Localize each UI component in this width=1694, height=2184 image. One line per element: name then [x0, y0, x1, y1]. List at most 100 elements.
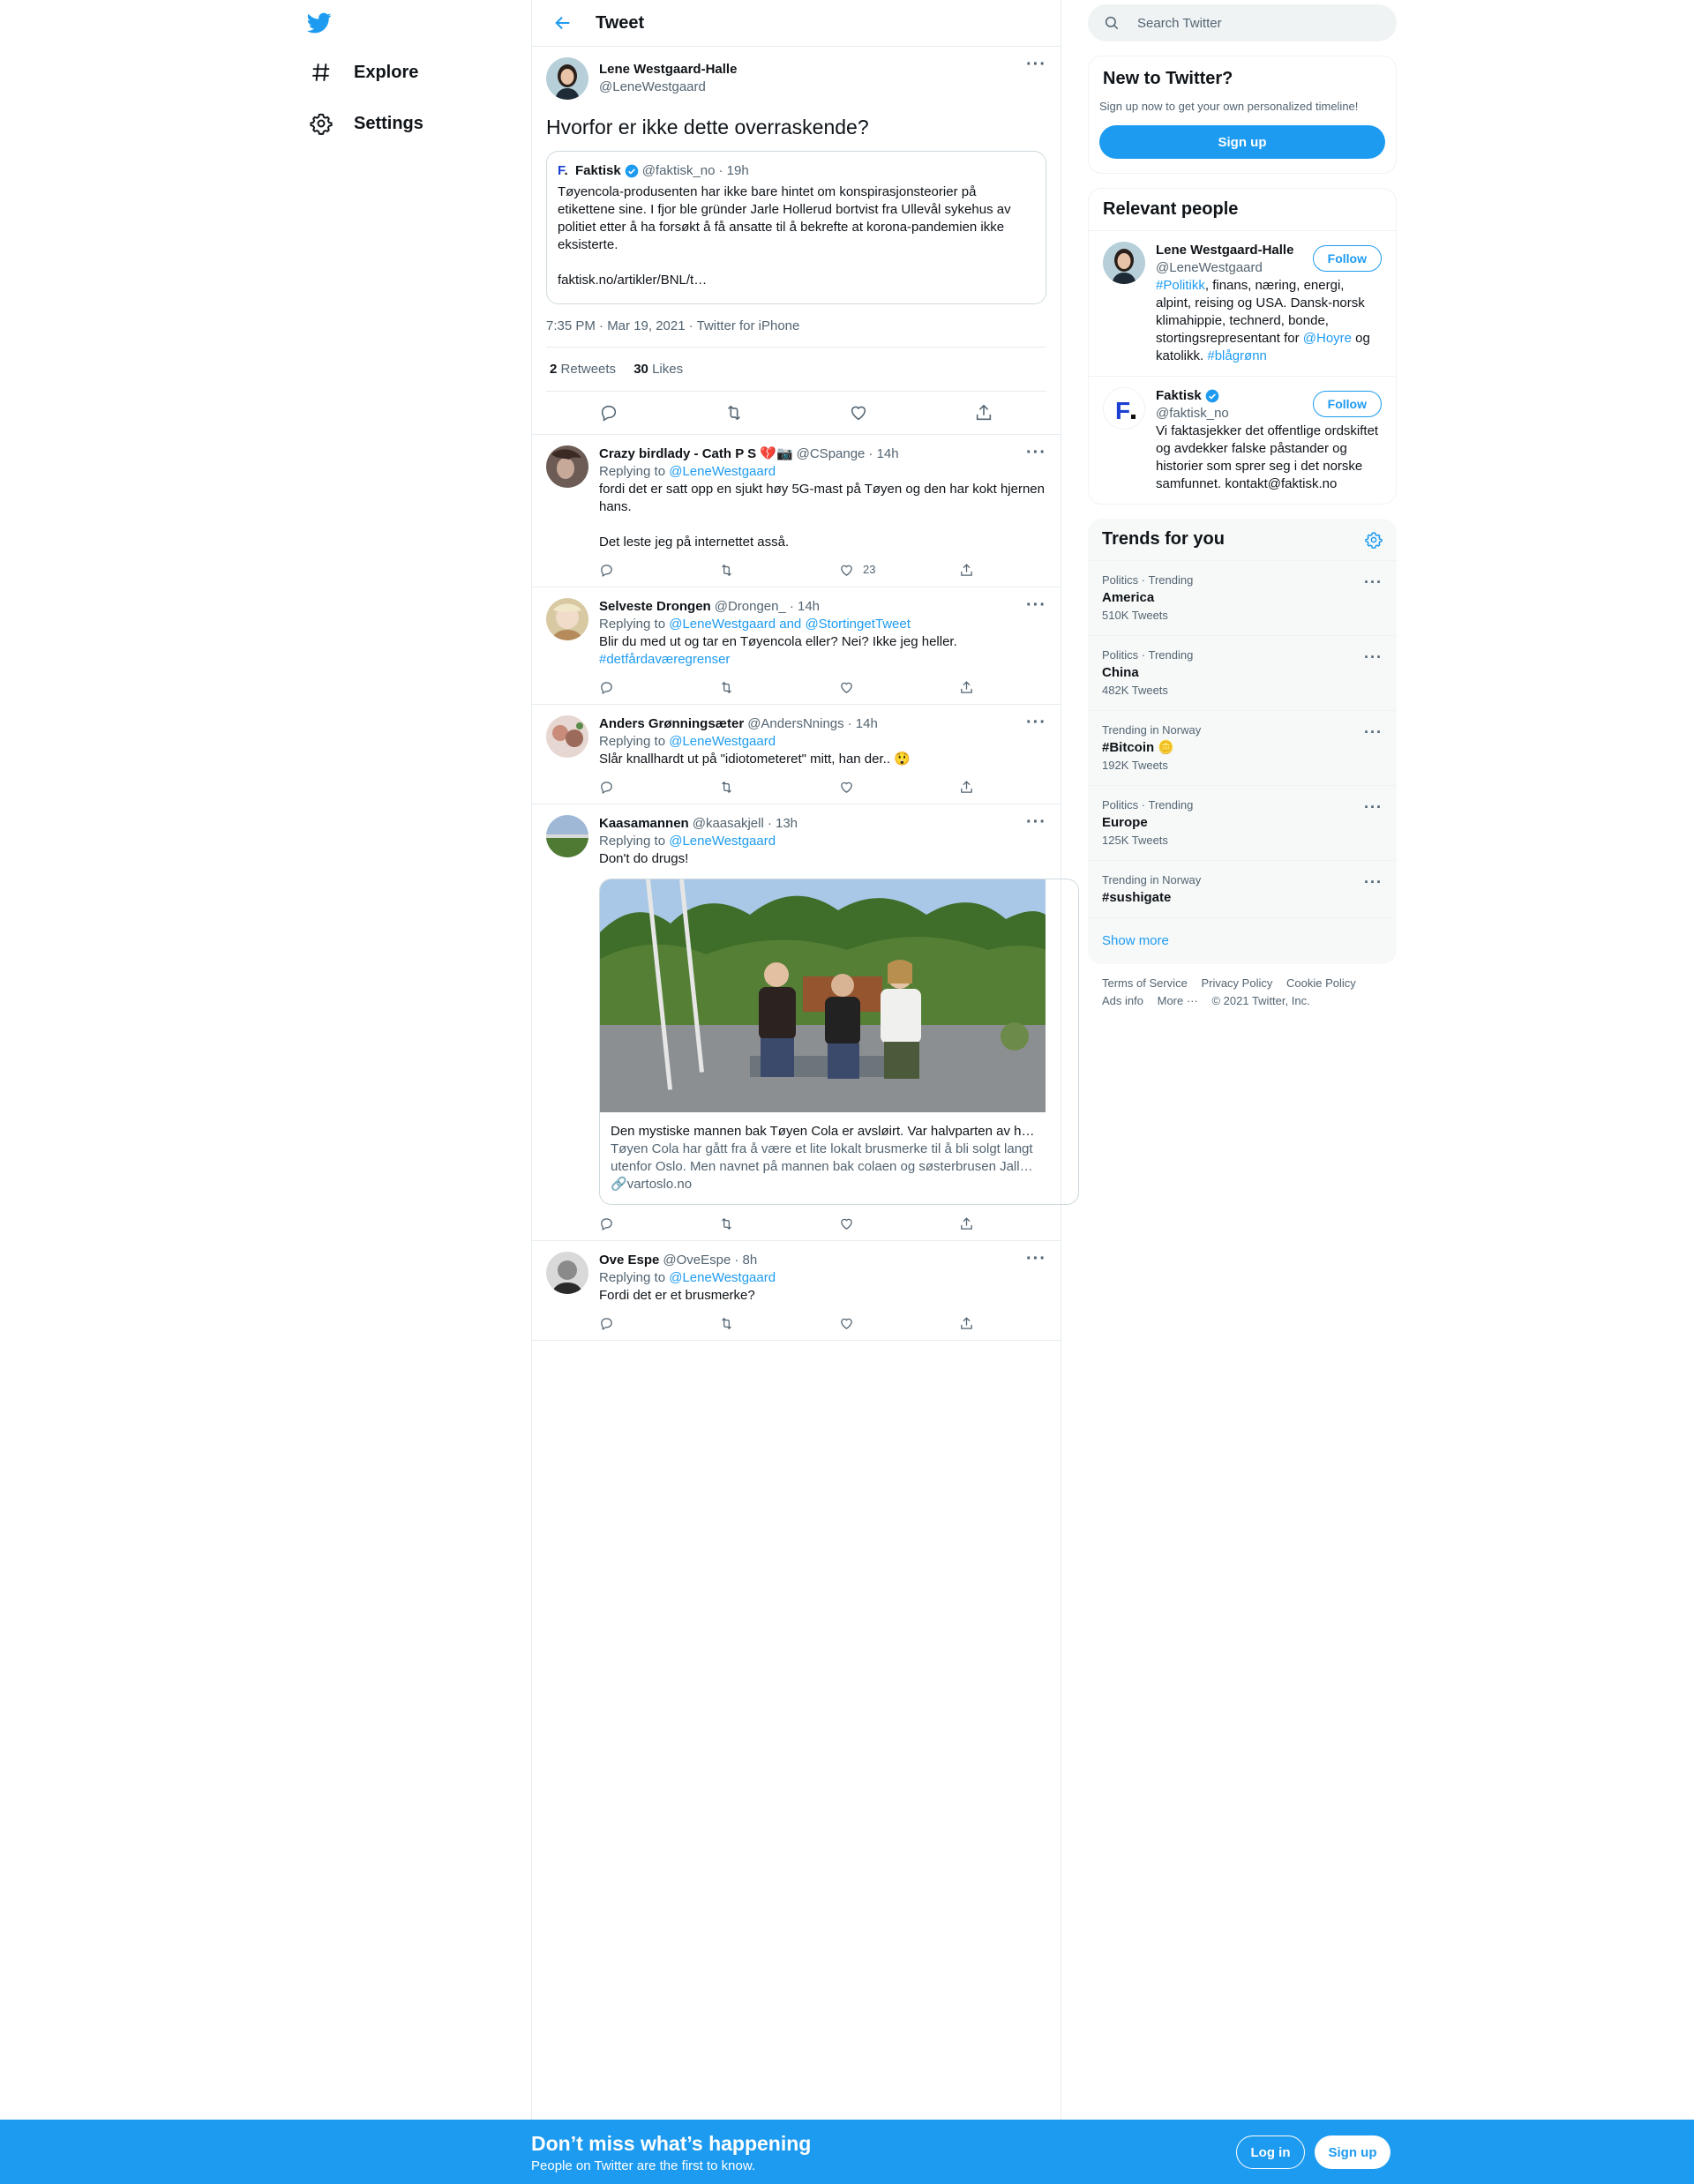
avatar[interactable] — [546, 815, 588, 857]
retweet-button[interactable] — [719, 780, 839, 795]
share-button[interactable] — [959, 780, 1079, 795]
reply-time[interactable]: · 13h — [768, 815, 798, 833]
reply-button[interactable] — [599, 1216, 719, 1231]
reply-author-handle[interactable]: @AndersNnings — [747, 715, 843, 733]
reply-time[interactable]: · 8h — [734, 1252, 757, 1269]
reply-tweet[interactable]: Kaasamannen @kaasakjell · 13h ··· Replyi… — [532, 804, 1079, 1241]
person-card[interactable]: F Faktisk @faktisk_no Vi faktasjekker de… — [1089, 376, 1396, 504]
replying-to-link[interactable]: @LeneWestgaard — [669, 1270, 776, 1285]
like-button[interactable] — [839, 780, 959, 795]
more-icon[interactable]: ··· — [1364, 723, 1383, 741]
avatar[interactable] — [1103, 242, 1145, 284]
tweet-timestamp[interactable]: 7:35 PM · Mar 19, 2021 · Twitter for iPh… — [546, 318, 1046, 348]
share-button[interactable] — [959, 1316, 1079, 1331]
reply-tweet[interactable]: Selveste Drongen @Drongen_ · 14h ··· Rep… — [532, 587, 1061, 705]
reply-button[interactable] — [599, 563, 719, 578]
more-icon[interactable]: ··· — [1026, 444, 1046, 461]
retweet-button[interactable] — [719, 1216, 839, 1231]
settings-gear-icon[interactable] — [1365, 531, 1383, 549]
avatar[interactable] — [546, 445, 588, 488]
replying-to-link[interactable]: @LeneWestgaard — [669, 834, 776, 849]
reply-author-handle[interactable]: @CSpange — [797, 445, 866, 463]
reply-button[interactable] — [599, 1316, 719, 1331]
avatar[interactable] — [546, 598, 588, 640]
share-button[interactable] — [959, 680, 1079, 695]
more-icon[interactable]: ··· — [1364, 648, 1383, 666]
hashtag-link[interactable]: #detfårdaværegrenser — [599, 651, 1079, 669]
reply-author-handle[interactable]: @kaasakjell — [693, 815, 764, 833]
follow-button[interactable]: Follow — [1312, 245, 1382, 272]
likes-count[interactable]: 30 Likes — [633, 362, 683, 377]
reply-tweet[interactable]: Anders Grønningsæter @AndersNnings · 14h… — [532, 705, 1061, 804]
trend-item[interactable]: Trending in Norway #Bitcoin 🪙 192K Tweet… — [1088, 710, 1397, 785]
link-card[interactable]: Den mystiske mannen bak Tøyen Cola er av… — [599, 879, 1079, 1205]
reply-author-name[interactable]: Ove Espe — [599, 1252, 659, 1269]
like-button[interactable] — [839, 1216, 959, 1231]
reply-tweet[interactable]: Crazy birdlady - Cath P S 💔📷 @CSpange · … — [532, 435, 1061, 587]
reply-author-name[interactable]: Selveste Drongen — [599, 598, 711, 616]
retweet-button[interactable] — [719, 563, 839, 578]
reply-author-handle[interactable]: @OveEspe — [663, 1252, 731, 1269]
cookie-link[interactable]: Cookie Policy — [1286, 976, 1356, 990]
back-button[interactable] — [548, 8, 578, 38]
more-icon[interactable]: ··· — [1026, 596, 1046, 614]
replying-to-link[interactable]: @LeneWestgaard — [669, 734, 776, 749]
retweets-count[interactable]: 2 Retweets — [550, 362, 616, 377]
reply-button[interactable] — [599, 680, 719, 695]
show-more-link[interactable]: Show more — [1088, 917, 1397, 964]
share-button[interactable] — [959, 1216, 1079, 1231]
nav-explore[interactable]: Explore — [310, 55, 418, 90]
quoted-tweet[interactable]: F. Faktisk @faktisk_no · 19h Tøyencola-p… — [546, 151, 1046, 304]
twitter-logo-icon[interactable] — [306, 11, 333, 35]
reply-button[interactable] — [599, 780, 719, 795]
like-button[interactable]: 23 — [839, 561, 959, 579]
bio-mention-link[interactable]: @Hoyre — [1303, 331, 1352, 346]
reply-time[interactable]: · 14h — [790, 598, 820, 616]
person-card[interactable]: Lene Westgaard-Halle @LeneWestgaard #Pol… — [1089, 230, 1396, 376]
trend-item[interactable]: Politics · Trending China 482K Tweets ··… — [1088, 635, 1397, 710]
trend-item[interactable]: Politics · Trending Europe 125K Tweets ·… — [1088, 785, 1397, 860]
reply-time[interactable]: · 14h — [848, 715, 878, 733]
more-icon[interactable]: ··· — [1364, 573, 1383, 591]
avatar[interactable] — [546, 715, 588, 758]
bio-hashtag-link[interactable]: #Politikk — [1156, 278, 1205, 293]
trend-item[interactable]: Trending in Norway #sushigate ··· — [1088, 860, 1397, 917]
log-in-button[interactable]: Log in — [1236, 2135, 1305, 2169]
bottom-sign-up-button[interactable]: Sign up — [1315, 2135, 1390, 2169]
bio-hashtag-link[interactable]: #blågrønn — [1207, 348, 1267, 363]
person-name[interactable]: Faktisk — [1156, 387, 1202, 405]
search-input[interactable]: Search Twitter — [1137, 16, 1222, 31]
author-name[interactable]: Lene Westgaard-Halle — [599, 61, 737, 79]
retweet-button[interactable] — [719, 680, 839, 695]
reply-tweet[interactable]: Ove Espe @OveEspe · 8h ··· Replying to @… — [532, 1241, 1061, 1341]
reply-author-handle[interactable]: @Drongen_ — [715, 598, 786, 616]
nav-settings[interactable]: Settings — [310, 106, 424, 141]
search-box[interactable]: Search Twitter — [1088, 4, 1397, 41]
reply-author-name[interactable]: Crazy birdlady - Cath P S 💔📷 — [599, 445, 793, 463]
sign-up-button[interactable]: Sign up — [1099, 125, 1385, 159]
like-button[interactable] — [839, 1316, 959, 1331]
reply-author-name[interactable]: Kaasamannen — [599, 815, 689, 833]
avatar[interactable]: F — [1103, 387, 1145, 430]
follow-button[interactable]: Follow — [1312, 391, 1382, 417]
more-icon[interactable]: ··· — [1026, 1250, 1046, 1268]
author-handle[interactable]: @LeneWestgaard — [599, 79, 737, 96]
ads-info-link[interactable]: Ads info — [1102, 994, 1143, 1007]
more-icon[interactable]: ··· — [1026, 813, 1046, 831]
reply-icon[interactable] — [599, 403, 618, 423]
replying-to-link[interactable]: @LeneWestgaard — [669, 464, 776, 479]
more-icon[interactable]: ··· — [1026, 714, 1046, 731]
privacy-link[interactable]: Privacy Policy — [1201, 976, 1272, 990]
reply-time[interactable]: · 14h — [868, 445, 898, 463]
avatar[interactable] — [546, 1252, 588, 1294]
retweet-icon[interactable] — [724, 403, 744, 423]
reply-author-name[interactable]: Anders Grønningsæter — [599, 715, 744, 733]
more-icon[interactable]: ··· — [1026, 56, 1046, 73]
more-icon[interactable]: ··· — [1364, 798, 1383, 816]
more-icon[interactable]: ··· — [1364, 873, 1383, 891]
retweet-button[interactable] — [719, 1316, 839, 1331]
trend-item[interactable]: Politics · Trending America 510K Tweets … — [1088, 560, 1397, 635]
like-icon[interactable] — [849, 403, 868, 423]
avatar[interactable] — [546, 57, 588, 100]
terms-link[interactable]: Terms of Service — [1102, 976, 1188, 990]
